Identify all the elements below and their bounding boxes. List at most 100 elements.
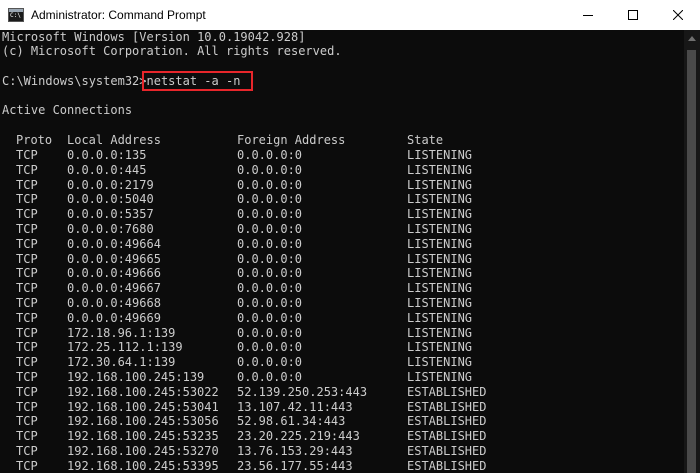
cell-local-address: 192.168.100.245:53235	[67, 429, 219, 444]
minimize-button[interactable]	[565, 0, 610, 30]
cell-proto: TCP	[16, 162, 38, 177]
maximize-icon	[627, 10, 638, 20]
cell-local-address: 0.0.0.0:49668	[67, 296, 161, 310]
cell-local-address: 0.0.0.0:49669	[67, 310, 161, 325]
cell-foreign-address: 0.0.0.0:0	[237, 177, 303, 192]
title-bar[interactable]: Administrator: Command Prompt	[0, 0, 700, 30]
cell-state: ESTABLISHED	[407, 414, 487, 429]
cell-proto: TCP	[16, 355, 38, 370]
cell-state: LISTENING	[407, 236, 473, 251]
cell-local-address: 192.168.100.245:139	[67, 370, 205, 384]
command-highlight-box	[142, 71, 253, 91]
cell-local-address: 0.0.0.0:5040	[67, 192, 154, 207]
cell-proto: TCP	[16, 325, 38, 340]
cell-foreign-address: 0.0.0.0:0	[237, 222, 303, 236]
cell-state: LISTENING	[407, 325, 473, 340]
cell-proto: TCP	[16, 148, 38, 162]
cell-foreign-address: 0.0.0.0:0	[237, 281, 303, 296]
header-local-address: Local Address	[67, 133, 161, 147]
cell-proto: TCP	[16, 310, 38, 325]
cell-local-address: 0.0.0.0:49664	[67, 236, 161, 251]
section-title: Active Connections	[2, 103, 133, 117]
cell-state: LISTENING	[407, 162, 473, 177]
cell-state: LISTENING	[407, 222, 473, 236]
cell-proto: TCP	[16, 251, 38, 266]
cell-local-address: 0.0.0.0:2179	[67, 177, 154, 192]
cell-local-address: 172.30.64.1:139	[67, 355, 176, 370]
cell-proto: TCP	[16, 296, 38, 310]
cell-state: LISTENING	[407, 177, 473, 192]
cell-foreign-address: 0.0.0.0:0	[237, 207, 303, 222]
cell-proto: TCP	[16, 177, 38, 192]
close-button[interactable]	[655, 0, 700, 30]
cell-foreign-address: 13.76.153.29:443	[237, 444, 353, 458]
cell-proto: TCP	[16, 207, 38, 222]
cell-local-address: 0.0.0.0:135	[67, 148, 147, 162]
cell-state: LISTENING	[407, 370, 473, 384]
cell-foreign-address: 0.0.0.0:0	[237, 192, 303, 207]
cell-foreign-address: 0.0.0.0:0	[237, 325, 303, 340]
cell-foreign-address: 13.107.42.11:443	[237, 399, 353, 414]
window-title: Administrator: Command Prompt	[31, 8, 206, 22]
cell-proto: TCP	[16, 236, 38, 251]
cell-foreign-address: 0.0.0.0:0	[237, 251, 303, 266]
cell-local-address: 0.0.0.0:49665	[67, 251, 161, 266]
prompt-path: C:\Windows\system32>	[2, 74, 147, 88]
cell-local-address: 0.0.0.0:5357	[67, 207, 154, 222]
cell-proto: TCP	[16, 192, 38, 207]
cell-state: LISTENING	[407, 207, 473, 222]
cell-state: LISTENING	[407, 281, 473, 296]
vertical-scrollbar[interactable]	[684, 30, 700, 473]
cell-state: LISTENING	[407, 310, 473, 325]
cell-state: ESTABLISHED	[407, 384, 487, 399]
banner-version: Microsoft Windows [Version 10.0.19042.92…	[2, 30, 306, 44]
console-output[interactable]: Microsoft Windows [Version 10.0.19042.92…	[0, 30, 684, 473]
cell-foreign-address: 0.0.0.0:0	[237, 162, 303, 177]
cell-proto: TCP	[16, 222, 38, 236]
cell-foreign-address: 0.0.0.0:0	[237, 355, 303, 370]
cell-state: ESTABLISHED	[407, 399, 487, 414]
cell-state: LISTENING	[407, 296, 473, 310]
cell-proto: TCP	[16, 458, 38, 473]
command-prompt-window: Administrator: Command Prompt Microsoft …	[0, 0, 700, 473]
cell-local-address: 192.168.100.245:53395	[67, 458, 219, 473]
cell-foreign-address: 0.0.0.0:0	[237, 310, 303, 325]
cell-proto: TCP	[16, 399, 38, 414]
cell-local-address: 172.18.96.1:139	[67, 325, 176, 340]
header-state: State	[407, 133, 444, 147]
close-icon	[672, 10, 683, 20]
cell-local-address: 0.0.0.0:49667	[67, 281, 161, 296]
cell-state: LISTENING	[407, 251, 473, 266]
scroll-up-arrow-icon[interactable]	[688, 36, 696, 41]
cell-local-address: 192.168.100.245:53270	[67, 444, 219, 458]
maximize-button[interactable]	[610, 0, 655, 30]
cell-foreign-address: 0.0.0.0:0	[237, 370, 303, 384]
cell-foreign-address: 52.98.61.34:443	[237, 414, 346, 429]
cell-foreign-address: 0.0.0.0:0	[237, 266, 303, 281]
cell-state: LISTENING	[407, 355, 473, 370]
cell-local-address: 192.168.100.245:53022	[67, 384, 219, 399]
cell-state: LISTENING	[407, 148, 473, 162]
cell-proto: TCP	[16, 266, 38, 281]
header-foreign-address: Foreign Address	[237, 133, 346, 147]
cell-foreign-address: 0.0.0.0:0	[237, 148, 303, 162]
cell-local-address: 192.168.100.245:53056	[67, 414, 219, 429]
cell-state: LISTENING	[407, 340, 473, 355]
cell-local-address: 0.0.0.0:445	[67, 162, 147, 177]
header-proto: Proto	[16, 133, 53, 147]
cmd-app-icon[interactable]	[8, 8, 24, 22]
cell-proto: TCP	[16, 429, 38, 444]
cell-state: LISTENING	[407, 266, 473, 281]
minimize-icon	[582, 15, 593, 16]
cell-proto: TCP	[16, 444, 38, 458]
scrollbar-thumb[interactable]	[687, 50, 696, 473]
cell-foreign-address: 0.0.0.0:0	[237, 296, 303, 310]
cell-foreign-address: 52.139.250.253:443	[237, 384, 368, 399]
table-header: Proto Local Address Foreign Address Stat…	[2, 133, 443, 148]
cell-foreign-address: 0.0.0.0:0	[237, 340, 303, 355]
cell-local-address: 0.0.0.0:49666	[67, 266, 161, 281]
cell-foreign-address: 0.0.0.0:0	[237, 236, 303, 251]
cell-proto: TCP	[16, 384, 38, 399]
cell-state: ESTABLISHED	[407, 444, 487, 458]
cell-proto: TCP	[16, 414, 38, 429]
